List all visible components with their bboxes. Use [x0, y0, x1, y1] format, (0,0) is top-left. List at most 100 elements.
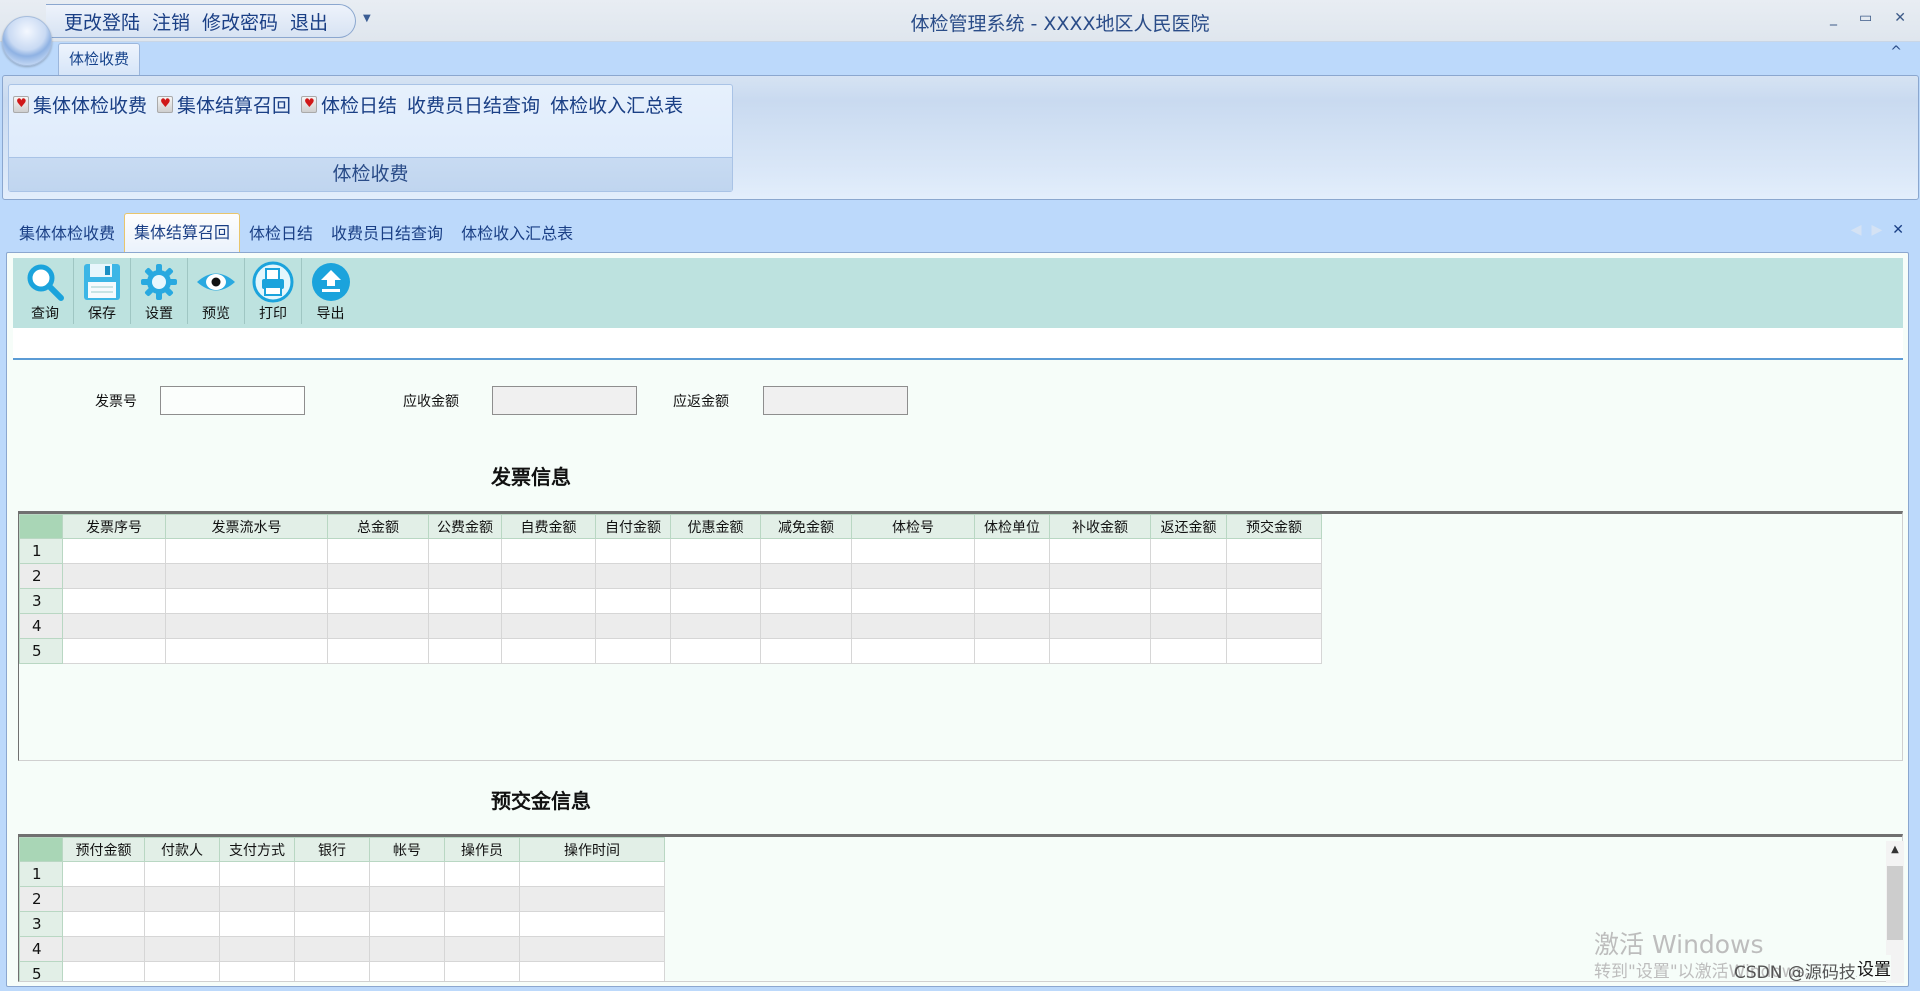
- grid-cell[interactable]: [851, 638, 975, 664]
- grid-cell[interactable]: [851, 538, 975, 564]
- row-header[interactable]: 2: [19, 563, 63, 589]
- grid-cell[interactable]: [165, 563, 328, 589]
- grid-cell[interactable]: [760, 588, 852, 614]
- export-button[interactable]: 导出: [302, 258, 359, 324]
- grid-cell[interactable]: [144, 936, 220, 962]
- invoice-table-row[interactable]: 5: [19, 638, 1322, 664]
- ribbon-collapse-icon[interactable]: ^: [1890, 44, 1902, 60]
- row-header[interactable]: 3: [19, 588, 63, 614]
- prepay-column-header[interactable]: 支付方式: [219, 837, 295, 862]
- grid-cell[interactable]: [219, 911, 295, 937]
- grid-cell[interactable]: [219, 936, 295, 962]
- invoice-column-header[interactable]: 体检单位: [974, 514, 1050, 539]
- grid-cell[interactable]: [294, 886, 370, 912]
- grid-cell[interactable]: [1226, 588, 1322, 614]
- grid-cell[interactable]: [62, 538, 166, 564]
- grid-cell[interactable]: [62, 961, 145, 981]
- prepay-table-row[interactable]: 2: [19, 886, 665, 912]
- prepay-table-row[interactable]: 5: [19, 961, 665, 981]
- grid-cell[interactable]: [1150, 563, 1227, 589]
- invoice-column-header[interactable]: 发票序号: [62, 514, 166, 539]
- maximize-icon[interactable]: ▭: [1859, 10, 1872, 26]
- grid-cell[interactable]: [1049, 613, 1151, 639]
- tab-daily-close[interactable]: 体检日结: [240, 215, 322, 253]
- scroll-up-icon[interactable]: ▲: [1886, 841, 1904, 859]
- prepay-column-header[interactable]: 操作员: [444, 837, 520, 862]
- scrollbar-thumb[interactable]: [1887, 866, 1903, 940]
- grid-cell[interactable]: [670, 563, 761, 589]
- grid-cell[interactable]: [501, 588, 596, 614]
- grid-cell[interactable]: [294, 861, 370, 887]
- grid-cell[interactable]: [974, 613, 1050, 639]
- row-header[interactable]: 4: [19, 613, 63, 639]
- grid-cell[interactable]: [1049, 563, 1151, 589]
- grid-cell[interactable]: [62, 911, 145, 937]
- grid-cell[interactable]: [1150, 638, 1227, 664]
- ribbon-item-cashier-daily-query[interactable]: 收费员日结查询: [407, 91, 546, 118]
- grid-cell[interactable]: [760, 563, 852, 589]
- grid-cell[interactable]: [369, 936, 445, 962]
- grid-cell[interactable]: [219, 961, 295, 981]
- grid-cell[interactable]: [219, 886, 295, 912]
- row-header[interactable]: 5: [19, 961, 63, 981]
- grid-cell[interactable]: [501, 538, 596, 564]
- grid-cell[interactable]: [974, 563, 1050, 589]
- row-header[interactable]: 2: [19, 886, 63, 912]
- grid-cell[interactable]: [1226, 638, 1322, 664]
- grid-cell[interactable]: [760, 613, 852, 639]
- grid-cell[interactable]: [519, 861, 665, 887]
- grid-cell[interactable]: [428, 613, 502, 639]
- ribbon-item-settlement-recall[interactable]: 集体结算召回: [157, 91, 297, 118]
- grid-cell[interactable]: [670, 638, 761, 664]
- invoice-table-row[interactable]: 3: [19, 588, 1322, 614]
- grid-cell[interactable]: [974, 638, 1050, 664]
- grid-cell[interactable]: [670, 613, 761, 639]
- prepay-column-header[interactable]: 银行: [294, 837, 370, 862]
- tab-settlement-recall[interactable]: 集体结算召回: [124, 213, 241, 253]
- grid-cell[interactable]: [1226, 538, 1322, 564]
- grid-cell[interactable]: [294, 936, 370, 962]
- grid-cell[interactable]: [62, 588, 166, 614]
- grid-cell[interactable]: [62, 936, 145, 962]
- grid-cell[interactable]: [444, 861, 520, 887]
- grid-cell[interactable]: [595, 613, 671, 639]
- grid-cell[interactable]: [165, 588, 328, 614]
- ribbon-item-daily-close[interactable]: 体检日结: [301, 91, 403, 118]
- grid-cell[interactable]: [595, 563, 671, 589]
- tab-prev-icon[interactable]: ◀: [1851, 222, 1862, 238]
- grid-cell[interactable]: [428, 538, 502, 564]
- grid-cell[interactable]: [595, 638, 671, 664]
- invoice-column-header[interactable]: 预交金额: [1226, 514, 1322, 539]
- invoice-column-header[interactable]: 体检号: [851, 514, 975, 539]
- grid-cell[interactable]: [327, 538, 429, 564]
- prepay-column-header[interactable]: 帐号: [369, 837, 445, 862]
- grid-cell[interactable]: [519, 886, 665, 912]
- grid-cell[interactable]: [327, 638, 429, 664]
- grid-cell[interactable]: [62, 563, 166, 589]
- grid-cell[interactable]: [62, 613, 166, 639]
- grid-cell[interactable]: [1150, 588, 1227, 614]
- invoice-column-header[interactable]: 优惠金额: [670, 514, 761, 539]
- invoice-no-input[interactable]: [160, 386, 305, 415]
- tab-income-summary[interactable]: 体检收入汇总表: [452, 215, 582, 253]
- invoice-table-row[interactable]: 4: [19, 613, 1322, 639]
- receivable-amount-field[interactable]: [492, 386, 637, 415]
- grid-cell[interactable]: [1049, 588, 1151, 614]
- row-header[interactable]: 1: [19, 538, 63, 564]
- prepay-column-header[interactable]: 预付金额: [62, 837, 145, 862]
- grid-cell[interactable]: [974, 588, 1050, 614]
- grid-cell[interactable]: [760, 538, 852, 564]
- preview-button[interactable]: 预览: [188, 258, 245, 324]
- grid-cell[interactable]: [519, 936, 665, 962]
- settings-link[interactable]: 设置: [1857, 955, 1891, 980]
- tab-next-icon[interactable]: ▶: [1871, 222, 1882, 238]
- grid-cell[interactable]: [144, 861, 220, 887]
- prepay-table-row[interactable]: 1: [19, 861, 665, 887]
- grid-cell[interactable]: [1150, 538, 1227, 564]
- grid-corner[interactable]: [19, 514, 63, 539]
- grid-corner[interactable]: [19, 837, 63, 862]
- invoice-column-header[interactable]: 自费金额: [501, 514, 596, 539]
- grid-cell[interactable]: [327, 588, 429, 614]
- minimize-icon[interactable]: _: [1830, 10, 1837, 26]
- invoice-table-row[interactable]: 2: [19, 563, 1322, 589]
